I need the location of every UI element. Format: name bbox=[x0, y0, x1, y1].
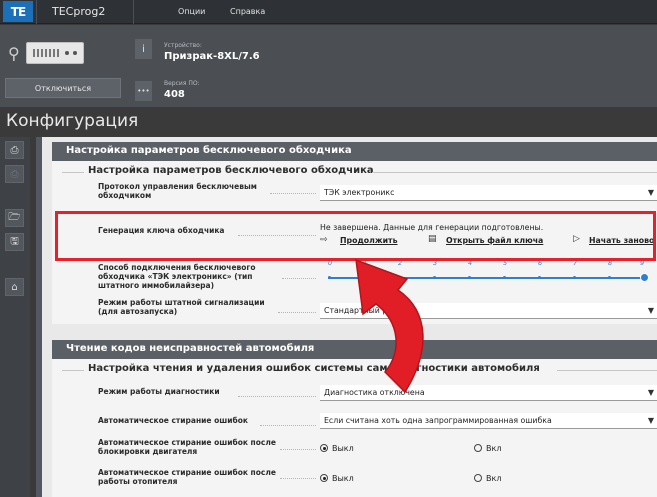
annotation-arrow-icon bbox=[355, 258, 424, 394]
